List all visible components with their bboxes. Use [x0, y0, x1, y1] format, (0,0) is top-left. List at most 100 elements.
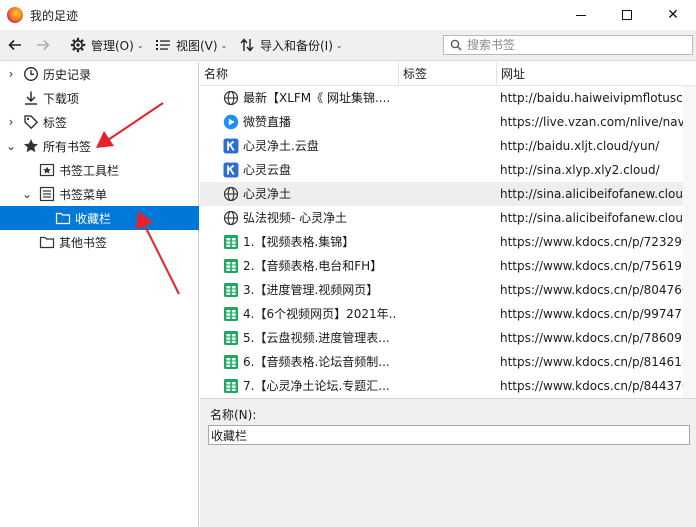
toolbar-folder-icon	[39, 162, 55, 178]
sheet-icon	[223, 234, 239, 250]
chevron-down-icon: ⌄	[136, 40, 144, 50]
table-row[interactable]: 心灵云盘 http://sina.xlyp.xly2.cloud/	[200, 158, 696, 182]
table-row[interactable]: 7.【心灵净土论坛.专题汇... https://www.kdocs.cn/p/…	[200, 374, 696, 398]
firefox-logo-icon	[7, 7, 23, 23]
k-icon	[223, 138, 239, 154]
sheet-icon	[223, 306, 239, 322]
table-scrollbar[interactable]	[683, 86, 696, 398]
bookmark-url: https://www.kdocs.cn/p/7232993	[500, 235, 696, 249]
name-field-label: 名称(N):	[210, 408, 257, 422]
import-backup-label: 导入和备份(I)	[260, 38, 333, 53]
manage-menu-button[interactable]: 管理(O) ⌄	[70, 34, 144, 56]
maximize-icon	[622, 10, 632, 20]
sidebar-item-tags[interactable]: › 标签	[0, 110, 199, 134]
table-row[interactable]: 3.【进度管理.视频网页】 https://www.kdocs.cn/p/804…	[200, 278, 696, 302]
back-button[interactable]	[6, 34, 28, 56]
k-icon	[223, 162, 239, 178]
sidebar-item-all-bookmarks[interactable]: ⌄ 所有书签	[0, 134, 199, 158]
bookmark-name: 2.【音频表格.电台和FH】	[243, 259, 383, 273]
bookmark-name: 弘法视频- 心灵净土	[243, 211, 348, 225]
sidebar-item-label: 书签工具栏	[59, 163, 120, 178]
bookmark-name: 心灵净土.云盘	[243, 139, 319, 153]
column-header-url[interactable]: 网址	[497, 62, 696, 86]
sheet-icon	[223, 258, 239, 274]
chevron-down-icon: ⌄	[335, 40, 343, 50]
vzan-icon	[223, 114, 239, 130]
table-row[interactable]: 2.【音频表格.电台和FH】 https://www.kdocs.cn/p/75…	[200, 254, 696, 278]
bookmark-url: https://www.kdocs.cn/p/9974711	[500, 307, 696, 321]
table-row[interactable]: 心灵净土 http://sina.alicibeifofanew.cloud	[200, 182, 696, 206]
table-row[interactable]: 微赞直播 https://live.vzan.com/nlive/nav..	[200, 110, 696, 134]
chevron-down-icon[interactable]: ⌄	[5, 139, 17, 153]
sidebar-item-other-bookmarks[interactable]: 其他书签	[0, 230, 199, 254]
maximize-button[interactable]	[604, 0, 650, 30]
column-header-name[interactable]: 名称	[200, 62, 399, 86]
chevron-down-icon[interactable]: ⌄	[21, 187, 33, 201]
minimize-icon	[576, 14, 586, 16]
toolbar: 管理(O) ⌄ 视图(V) ⌄ 导入和备份(I) ⌄	[0, 30, 696, 61]
search-box[interactable]	[443, 35, 693, 55]
bookmark-name: 心灵净土	[243, 187, 292, 201]
chevron-down-icon: ⌄	[220, 40, 228, 50]
sidebar-item-label: 下载项	[43, 91, 80, 106]
table-row[interactable]: 最新【XLFM《 网址集锦.... http://baidu.haiweivip…	[200, 86, 696, 110]
back-arrow-icon	[7, 39, 21, 51]
tag-icon	[23, 114, 39, 130]
bookmarks-table: 名称 标签 网址 最新【XLFM《 网址集锦.... http://baidu.…	[200, 62, 696, 398]
bookmark-url: https://www.kdocs.cn/p/8146183	[500, 355, 696, 369]
window-title: 我的足迹	[30, 8, 79, 23]
sheet-icon	[223, 378, 239, 394]
bookmark-url: http://sina.alicibeifofanew.cloud	[500, 187, 691, 201]
bookmark-url: http://baidu.xljt.cloud/yun/	[500, 139, 660, 153]
library-sidebar: › 历史记录 下载项 › 标签 ⌄ 所有书签 书签工具栏 ⌄ 书签菜单 收藏栏 …	[0, 62, 199, 527]
bookmark-url: http://sina.xlyp.xly2.cloud/	[500, 163, 660, 177]
close-icon: ✕	[667, 7, 679, 23]
sidebar-item-label: 历史记录	[43, 67, 92, 82]
bookmark-name: 最新【XLFM《 网址集锦....	[243, 91, 391, 105]
sidebar-item-bookmarks-toolbar[interactable]: 书签工具栏	[0, 158, 199, 182]
bookmark-name: 心灵云盘	[243, 163, 292, 177]
close-button[interactable]: ✕	[650, 0, 696, 30]
table-row[interactable]: 6.【音频表格.论坛音频制... https://www.kdocs.cn/p/…	[200, 350, 696, 374]
bookmark-url: https://www.kdocs.cn/p/7561917	[500, 259, 696, 273]
sidebar-item-label: 其他书签	[59, 235, 108, 250]
sheet-icon	[223, 354, 239, 370]
table-row[interactable]: 4.【6个视频网页】2021年... https://www.kdocs.cn/…	[200, 302, 696, 326]
folder-icon	[55, 210, 71, 226]
table-row[interactable]: 弘法视频- 心灵净土 http://sina.alicibeifofanew.c…	[200, 206, 696, 230]
sidebar-item-favorites-bar[interactable]: 收藏栏	[0, 206, 199, 230]
import-export-icon	[240, 38, 254, 52]
star-icon	[23, 138, 39, 154]
title-bar: 我的足迹 ✕	[0, 0, 696, 30]
table-row[interactable]: 1.【视频表格.集锦】 https://www.kdocs.cn/p/72329…	[200, 230, 696, 254]
sidebar-item-downloads[interactable]: 下载项	[0, 86, 199, 110]
name-field[interactable]	[208, 425, 690, 445]
bookmark-name: 6.【音频表格.论坛音频制...	[243, 355, 390, 369]
menu-folder-icon	[39, 186, 55, 202]
table-row[interactable]: 心灵净土.云盘 http://baidu.xljt.cloud/yun/	[200, 134, 696, 158]
chevron-right-icon[interactable]: ›	[5, 115, 17, 129]
search-icon	[450, 39, 462, 51]
bookmark-url: https://live.vzan.com/nlive/nav..	[500, 115, 692, 129]
chevron-right-icon[interactable]: ›	[5, 67, 17, 81]
minimize-button[interactable]	[558, 0, 604, 30]
folder-icon	[39, 234, 55, 250]
sidebar-item-history[interactable]: › 历史记录	[0, 62, 199, 86]
search-input[interactable]	[467, 38, 677, 52]
bookmark-name: 4.【6个视频网页】2021年...	[243, 307, 395, 321]
globe-icon	[223, 210, 239, 226]
globe-icon	[223, 90, 239, 106]
view-menu-button[interactable]: 视图(V) ⌄	[155, 34, 227, 56]
sidebar-item-bookmarks-menu[interactable]: ⌄ 书签菜单	[0, 182, 199, 206]
manage-label: 管理(O)	[91, 38, 134, 53]
forward-button[interactable]	[34, 34, 56, 56]
table-header: 名称 标签 网址	[200, 62, 696, 86]
bookmark-name: 5.【云盘视频.进度管理表...	[243, 331, 390, 345]
sidebar-item-label: 书签菜单	[59, 187, 108, 202]
bookmark-name: 1.【视频表格.集锦】	[243, 235, 355, 249]
table-row[interactable]: 5.【云盘视频.进度管理表... https://www.kdocs.cn/p/…	[200, 326, 696, 350]
bookmark-name: 微赞直播	[243, 115, 292, 129]
view-label: 视图(V)	[176, 38, 218, 53]
column-header-tags[interactable]: 标签	[399, 62, 497, 86]
import-backup-menu-button[interactable]: 导入和备份(I) ⌄	[239, 34, 343, 56]
